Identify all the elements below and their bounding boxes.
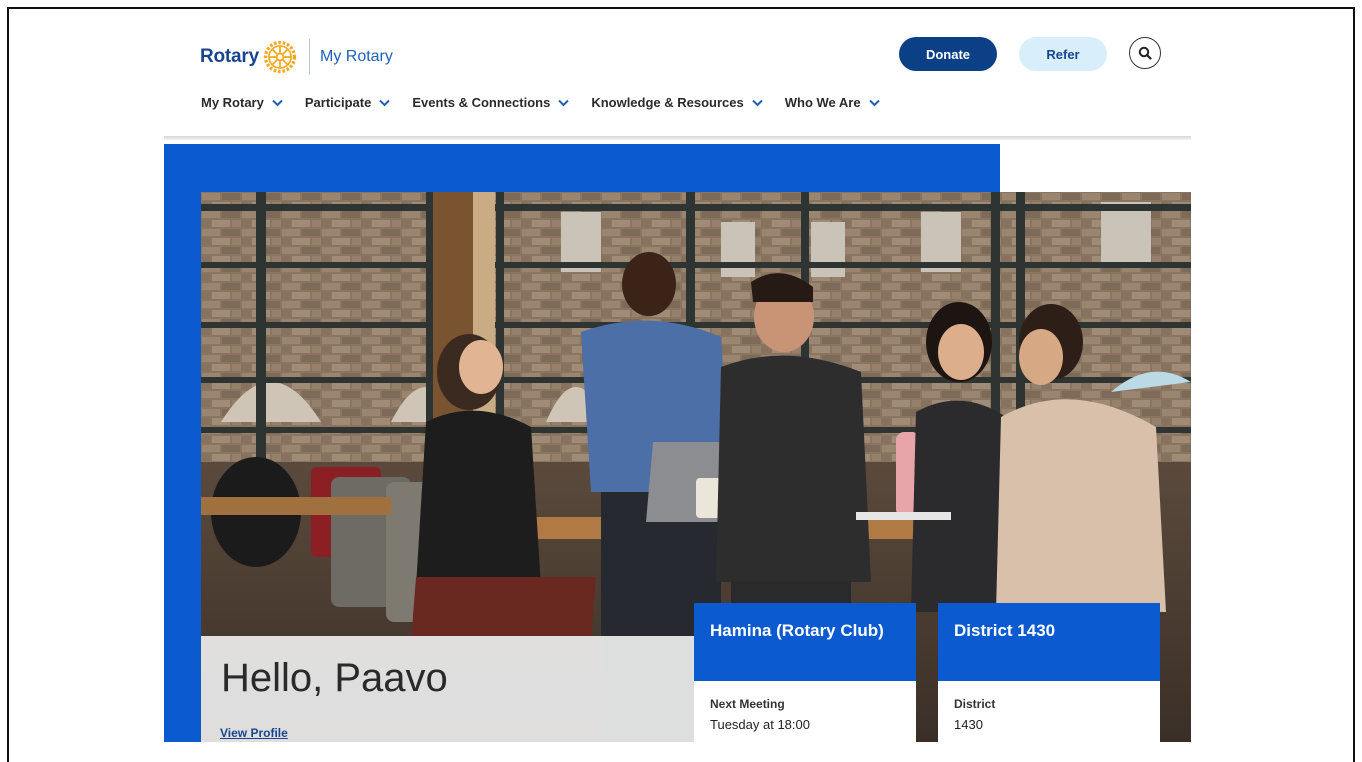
club-card[interactable]: Hamina (Rotary Club) Next Meeting Tuesda… (694, 603, 916, 742)
chevron-down-icon (379, 99, 391, 106)
greeting-heading: Hello, Paavo (221, 656, 448, 700)
nav-item-my-rotary[interactable]: My Rotary (201, 95, 283, 110)
chevron-down-icon (272, 99, 283, 106)
nav-item-label: Who We Are (784, 95, 861, 110)
district-card[interactable]: District 1430 District 1430 (938, 603, 1160, 742)
nav-item-label: Knowledge & Resources (591, 95, 744, 110)
nav-item-knowledge-resources[interactable]: Knowledge & Resources (591, 95, 763, 110)
browser-frame: Rotary My Rotary Donate Refer My Rotary (7, 7, 1355, 762)
chevron-down-icon (752, 99, 763, 106)
nav-item-label: Participate (304, 95, 372, 110)
search-icon (1138, 46, 1152, 60)
district-card-value: 1430 (954, 717, 983, 732)
rotary-logo-link[interactable]: Rotary My Rotary (200, 39, 393, 75)
district-card-title: District 1430 (938, 603, 1160, 681)
rotary-wheel-icon (263, 40, 297, 74)
nav-item-participate[interactable]: Participate (304, 95, 391, 110)
main-nav: My Rotary Participate Events & Connectio… (201, 95, 902, 110)
view-profile-link[interactable]: View Profile (220, 726, 288, 740)
donate-button[interactable]: Donate (899, 37, 997, 71)
header-divider (164, 136, 1191, 140)
nav-item-events-connections[interactable]: Events & Connections (412, 95, 570, 110)
refer-button[interactable]: Refer (1019, 37, 1107, 71)
nav-item-label: My Rotary (201, 95, 264, 110)
club-card-title: Hamina (Rotary Club) (694, 603, 916, 681)
my-rotary-logo-text: My Rotary (319, 48, 393, 65)
district-card-label: District (954, 697, 996, 711)
logo-wordmark: Rotary (200, 46, 259, 67)
nav-item-who-we-are[interactable]: Who We Are (785, 95, 880, 110)
nav-item-label: Events & Connections (412, 95, 551, 110)
search-button[interactable] (1129, 37, 1161, 69)
chevron-down-icon (558, 99, 570, 106)
logo-divider (308, 39, 310, 75)
greeting-panel: Hello, Paavo View Profile (201, 636, 695, 742)
chevron-down-icon (868, 99, 880, 106)
club-card-value: Tuesday at 18:00 (710, 717, 810, 732)
club-card-label: Next Meeting (710, 697, 785, 711)
